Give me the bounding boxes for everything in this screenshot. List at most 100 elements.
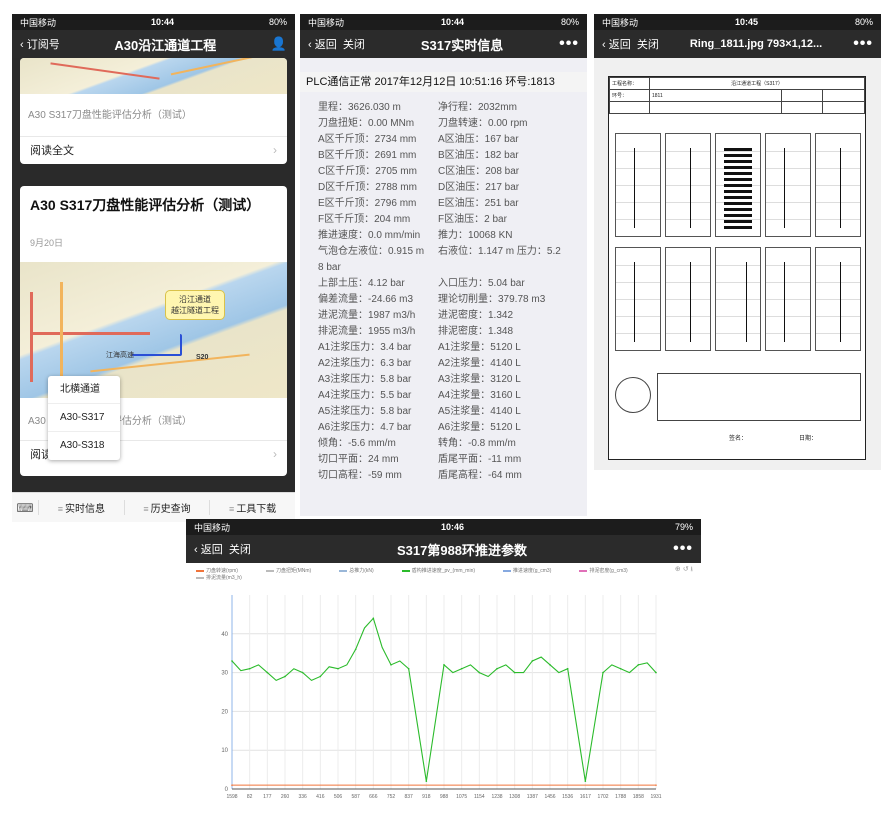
more-icon[interactable]: ••• (673, 540, 693, 558)
report-mini-plot (665, 133, 711, 237)
plc-reading-left: 上部土压：4.12 bar (318, 278, 405, 289)
back-button[interactable]: ‹ 订阅号 (20, 36, 60, 52)
series-point (619, 667, 622, 670)
legend-item[interactable]: 总推力(kN) (339, 567, 387, 574)
article-date: 9月20日 (30, 238, 64, 248)
legend-item[interactable]: 刀盘扭矩(MNm) (265, 567, 325, 574)
series-point (549, 664, 551, 666)
close-button[interactable]: 关闭 (637, 39, 659, 51)
article-card-1[interactable]: A30 S317刀盘性能评估分析（测试） 阅读全文 › (20, 58, 287, 164)
plc-reading-row: A3注浆压力：5.8 bar A3注浆量：3120 L (318, 372, 581, 388)
back-label: 订阅号 (26, 39, 60, 51)
map-thumbnail (20, 58, 287, 94)
phone-realtime-info: 中国移动 10:44 80% ‹ 返回 关闭 S317实时信息 ••• PLC通… (300, 14, 587, 516)
back-button[interactable]: ‹ 返回 关闭 (194, 541, 251, 557)
legend-label: 刀盘转速(rpm) (206, 568, 238, 574)
plc-reading-right: 盾尾高程：-64 mm (438, 470, 522, 481)
plc-reading-left: 进泥流量：1987 m3/h (318, 310, 416, 321)
plc-reading-left: 里程：3626.030 m (318, 102, 401, 113)
clock: 10:45 (734, 17, 759, 27)
carrier-label: 中国移动 (602, 17, 639, 28)
x-tick-label: 837 (404, 794, 413, 800)
close-button[interactable]: 关闭 (229, 544, 251, 556)
clock: 10:46 (440, 522, 465, 532)
ring-label: 环号： (609, 89, 650, 102)
plc-reading-right: 刀盘转速：0.00 rpm (438, 118, 528, 129)
y-tick-label: 40 (221, 632, 228, 638)
series-point (390, 664, 392, 666)
tab-history-query[interactable]: ≡ 历史查询 (123, 500, 210, 515)
map-callout: 沿江通道 越江隧道工程 (165, 290, 225, 320)
legend-item[interactable]: 排泥密度(g_cm3) (579, 567, 641, 574)
legend-swatch (339, 569, 348, 572)
y-tick-label: 30 (221, 671, 228, 677)
menu-item-a30-s318[interactable]: A30-S318 (48, 432, 120, 460)
legend-swatch (503, 569, 512, 572)
x-tick-label: 1154 (474, 794, 485, 800)
x-tick-label: 416 (316, 794, 325, 800)
plc-reading-right: A3注浆量：3120 L (438, 374, 521, 385)
plc-reading-row: 气泡仓左液位：0.915 m 右液位：1.147 m 压力：5.2 (318, 244, 581, 260)
plc-reading-left: A5注浆压力：5.8 bar (318, 406, 412, 417)
plc-reading-row: 排泥流量：1955 m3/h 排泥密度：1.348 (318, 324, 581, 340)
line-chart: 0 10 20 30 40 1598 82 177 260 336 416 506 587 666 752 8… (221, 595, 662, 800)
report-bar-mark (724, 214, 752, 217)
series-point (655, 784, 657, 786)
report-mini-plot (815, 247, 861, 351)
plc-reading-left: 刀盘扭矩：0.00 MNm (318, 118, 415, 129)
clock: 10:44 (440, 17, 465, 27)
legend-item[interactable]: 推进速度(g_cm3) (503, 567, 565, 574)
back-label: 返回 (200, 544, 223, 556)
tab-tool-download[interactable]: ≡ 工具下载 (209, 500, 295, 515)
report-trace-line (634, 148, 635, 228)
menu-dot-icon: ≡ (229, 504, 235, 514)
close-button[interactable]: 关闭 (343, 39, 365, 51)
plc-reading-row: 里程：3626.030 m 净行程：2032mm (318, 100, 581, 116)
more-icon[interactable]: ••• (853, 35, 873, 53)
map-label-s20: S20 (196, 354, 209, 361)
back-button[interactable]: ‹ 返回 关闭 (602, 36, 659, 52)
ring-value: 1811 (649, 89, 782, 102)
plc-reading-row: A5注浆压力：5.8 bar A5注浆量：4140 L (318, 404, 581, 420)
report-mini-plot (615, 133, 661, 237)
carrier-label: 中国移动 (20, 17, 57, 28)
article-list: A30 S317刀盘性能评估分析（测试） 阅读全文 › A30 S317刀盘性能… (12, 58, 295, 492)
x-tick-label: 1075 (456, 794, 467, 800)
report-trace-line (746, 262, 747, 342)
keyboard-icon[interactable]: ⌨ (12, 501, 38, 515)
report-mini-plot (765, 247, 811, 351)
report-bar-mark (724, 226, 752, 229)
legend-item[interactable]: 排泥流量(m3_h) (196, 574, 256, 581)
legend-item[interactable]: 盾构推进速度_pv_(mm_min) (401, 567, 489, 574)
restore-icon[interactable]: ↺ (683, 566, 689, 573)
save-image-icon[interactable]: ⭳ (691, 566, 693, 573)
menu-item-beiheng[interactable]: 北横通道 (48, 376, 120, 404)
tab-realtime-info[interactable]: ≡ 实时信息 (38, 500, 124, 515)
report-bar-mark (724, 166, 752, 169)
ring-report-image: 工程名称： 沿江通道工程（S317） 环号： 1811 签名： 日期： (608, 76, 866, 460)
plc-reading-left: A2注浆压力：6.3 bar (318, 358, 412, 369)
status-bar: 中国移动 10:46 79% (186, 519, 701, 535)
plc-reading-left: 切口高程：-59 mm (318, 470, 402, 481)
series-point (248, 667, 251, 670)
x-tick-label: 988 (440, 794, 449, 800)
back-label: 返回 (608, 39, 631, 51)
report-trace-line (634, 262, 635, 342)
x-tick-label: 666 (369, 794, 378, 800)
plc-reading-left: 推进速度：0.0 mm/min (318, 230, 421, 241)
legend-item[interactable]: 刀盘转速(rpm) (196, 567, 252, 574)
map-label-expressway: 江海高速 (106, 352, 134, 359)
series-point (496, 667, 498, 670)
series-point (301, 671, 304, 674)
more-icon[interactable]: ••• (559, 35, 579, 53)
nav-bar: ‹ 订阅号 A30沿江通道工程 👤 (12, 30, 295, 58)
zoom-icon[interactable]: ⊕ (675, 566, 681, 573)
report-bar-mark (724, 148, 752, 151)
menu-item-a30-s317[interactable]: A30-S317 (48, 404, 120, 432)
plc-reading-left: C区千斤顶：2705 mm (318, 166, 417, 177)
report-trace-line (840, 148, 841, 228)
read-all-link[interactable]: 阅读全文 › (20, 136, 287, 162)
back-button[interactable]: ‹ 返回 关闭 (308, 36, 365, 52)
x-tick-label: 506 (334, 794, 343, 800)
person-icon[interactable]: 👤 (271, 36, 287, 52)
